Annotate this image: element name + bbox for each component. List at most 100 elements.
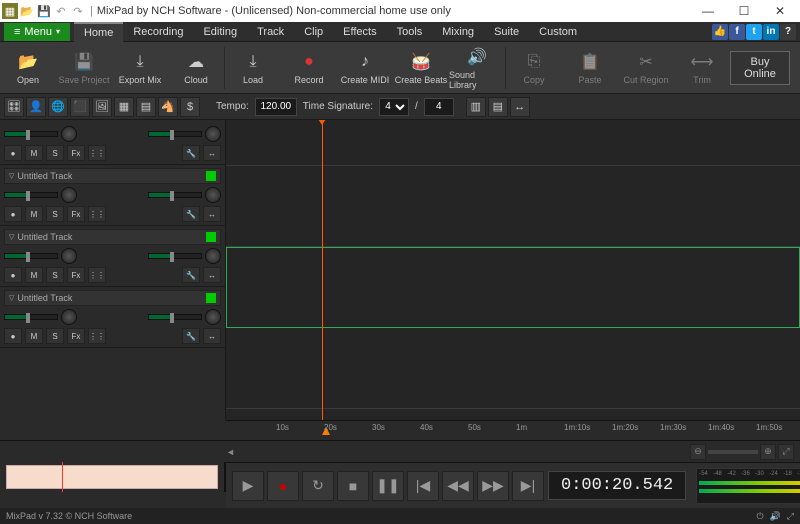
status-icon-2[interactable]: ⤢ bbox=[787, 511, 794, 522]
pause-button[interactable]: ❚❚ bbox=[372, 471, 404, 501]
settings-button[interactable]: 🔧 bbox=[182, 206, 200, 222]
knob[interactable] bbox=[205, 248, 221, 264]
solo-button[interactable]: S bbox=[46, 206, 64, 222]
record-button[interactable]: ● bbox=[4, 328, 22, 344]
volume-slider[interactable] bbox=[4, 314, 58, 320]
start-button[interactable]: |◀ bbox=[407, 471, 439, 501]
rewind-button[interactable]: ◀◀ bbox=[442, 471, 474, 501]
create-beats-button[interactable]: 🥁Create Beats bbox=[393, 44, 449, 92]
knob[interactable] bbox=[205, 187, 221, 203]
qat-save-icon[interactable]: 💾 bbox=[36, 3, 52, 19]
create-midi-button[interactable]: ♪Create MIDI bbox=[337, 44, 393, 92]
solo-button[interactable]: S bbox=[46, 328, 64, 344]
qat-open-icon[interactable]: 📂 bbox=[19, 3, 35, 19]
horizontal-scroll[interactable]: ◄ ⊖ ⊕ ⤢ bbox=[0, 440, 800, 462]
overview-strip[interactable] bbox=[0, 462, 226, 492]
view-icon-0[interactable]: ▥ bbox=[466, 97, 486, 117]
tab-effects[interactable]: Effects bbox=[333, 22, 386, 42]
record-button[interactable]: ● bbox=[267, 471, 299, 501]
pan-knob[interactable] bbox=[61, 187, 77, 203]
play-button[interactable]: ▶ bbox=[232, 471, 264, 501]
tab-tools[interactable]: Tools bbox=[387, 22, 433, 42]
linkedin-icon[interactable]: in bbox=[763, 24, 779, 40]
track-color-icon[interactable] bbox=[206, 171, 216, 181]
zoom-fit-button[interactable]: ⤢ bbox=[778, 444, 794, 460]
gain-slider[interactable] bbox=[148, 253, 202, 259]
zoom-in-button[interactable]: ⊕ bbox=[760, 444, 776, 460]
export-mix-button[interactable]: ⤓Export Mix bbox=[112, 44, 168, 92]
tool-icon-1[interactable]: 👤 bbox=[26, 97, 46, 117]
volume-slider[interactable] bbox=[4, 131, 58, 137]
record-button[interactable]: ● bbox=[4, 267, 22, 283]
track-3[interactable]: ▽Untitled Track●MSFx⋮⋮🔧↔ bbox=[0, 287, 225, 348]
track-lane-3[interactable] bbox=[226, 328, 800, 409]
view-icon-1[interactable]: ▤ bbox=[488, 97, 508, 117]
load-button[interactable]: ⤓Load bbox=[225, 44, 281, 92]
minimize-button[interactable]: — bbox=[690, 0, 726, 22]
timeline[interactable] bbox=[226, 120, 800, 420]
tab-custom[interactable]: Custom bbox=[529, 22, 587, 42]
tab-suite[interactable]: Suite bbox=[484, 22, 529, 42]
main-menu-button[interactable]: Menu bbox=[4, 23, 70, 41]
tab-editing[interactable]: Editing bbox=[193, 22, 247, 42]
tab-recording[interactable]: Recording bbox=[123, 22, 193, 42]
time-ruler[interactable]: 10s20s30s40s50s1m1m:10s1m:20s1m:30s1m:40… bbox=[226, 420, 800, 440]
tab-clip[interactable]: Clip bbox=[294, 22, 333, 42]
twitter-icon[interactable]: t bbox=[746, 24, 762, 40]
pan-knob[interactable] bbox=[61, 248, 77, 264]
stop-button[interactable]: ■ bbox=[337, 471, 369, 501]
tool-icon-4[interactable]: 🖼 bbox=[92, 97, 112, 117]
pan-knob[interactable] bbox=[61, 309, 77, 325]
track-color-icon[interactable] bbox=[206, 293, 216, 303]
expand-button[interactable]: ↔ bbox=[203, 328, 221, 344]
help-icon[interactable]: ? bbox=[780, 24, 796, 40]
zoom-slider[interactable] bbox=[708, 450, 758, 454]
cloud-button[interactable]: ☁Cloud bbox=[168, 44, 224, 92]
gain-slider[interactable] bbox=[148, 131, 202, 137]
track-lane-0[interactable] bbox=[226, 120, 800, 166]
volume-slider[interactable] bbox=[4, 192, 58, 198]
tool-icon-7[interactable]: 🐴 bbox=[158, 97, 178, 117]
mute-button[interactable]: M bbox=[25, 267, 43, 283]
gain-slider[interactable] bbox=[148, 192, 202, 198]
expand-button[interactable]: ↔ bbox=[203, 267, 221, 283]
expand-button[interactable]: ↔ bbox=[203, 145, 221, 161]
thumb-icon[interactable]: 👍 bbox=[712, 24, 728, 40]
solo-button[interactable]: S bbox=[46, 267, 64, 283]
track-2[interactable]: ▽Untitled Track●MSFx⋮⋮🔧↔ bbox=[0, 226, 225, 287]
track-lane-2[interactable] bbox=[226, 247, 800, 328]
expand-button[interactable]: ↔ bbox=[203, 206, 221, 222]
grip-button[interactable]: ⋮⋮ bbox=[88, 206, 106, 222]
fx-button[interactable]: Fx bbox=[67, 145, 85, 161]
track-0[interactable]: ●MSFx⋮⋮🔧↔ bbox=[0, 120, 225, 165]
fx-button[interactable]: Fx bbox=[67, 328, 85, 344]
settings-button[interactable]: 🔧 bbox=[182, 267, 200, 283]
grip-button[interactable]: ⋮⋮ bbox=[88, 328, 106, 344]
fx-button[interactable]: Fx bbox=[67, 206, 85, 222]
knob[interactable] bbox=[205, 309, 221, 325]
sound-library-button[interactable]: 🔊Sound Library bbox=[449, 44, 505, 92]
mute-button[interactable]: M bbox=[25, 328, 43, 344]
solo-button[interactable]: S bbox=[46, 145, 64, 161]
timesig-num-select[interactable]: 4 bbox=[379, 98, 409, 116]
tempo-input[interactable] bbox=[255, 98, 297, 116]
end-button[interactable]: ▶| bbox=[512, 471, 544, 501]
record-button[interactable]: ● bbox=[4, 145, 22, 161]
view-icon-2[interactable]: ↔ bbox=[510, 97, 530, 117]
pan-knob[interactable] bbox=[61, 126, 77, 142]
record-button[interactable]: ● bbox=[4, 206, 22, 222]
tool-icon-8[interactable]: $ bbox=[180, 97, 200, 117]
buy-online-button[interactable]: Buy Online bbox=[730, 51, 790, 85]
tab-mixing[interactable]: Mixing bbox=[432, 22, 484, 42]
settings-button[interactable]: 🔧 bbox=[182, 145, 200, 161]
status-icon-0[interactable]: ⏻ bbox=[756, 511, 763, 522]
track-color-icon[interactable] bbox=[206, 232, 216, 242]
grip-button[interactable]: ⋮⋮ bbox=[88, 267, 106, 283]
tool-icon-5[interactable]: ▦ bbox=[114, 97, 134, 117]
qat-undo-icon[interactable]: ↶ bbox=[53, 3, 69, 19]
tab-track[interactable]: Track bbox=[247, 22, 294, 42]
tool-icon-2[interactable]: 🌐 bbox=[48, 97, 68, 117]
knob[interactable] bbox=[205, 126, 221, 142]
status-icon-1[interactable]: 🔊 bbox=[770, 511, 781, 522]
tool-icon-0[interactable]: 🎛 bbox=[4, 97, 24, 117]
